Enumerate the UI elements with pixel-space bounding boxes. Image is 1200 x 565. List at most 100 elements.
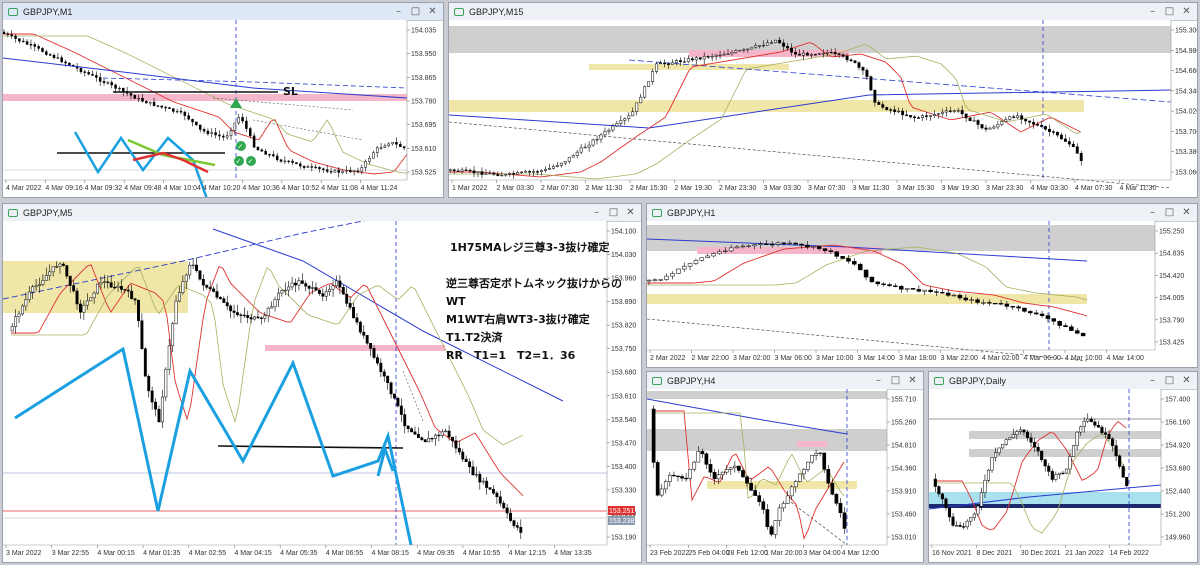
ask-price: 153.238 [609,518,634,525]
chart-icon [934,376,944,385]
price-axis-label: 153.380 [1175,149,1197,156]
price-axis-label: 153.950 [411,51,436,58]
time-axis-label: 3 Mar 18:00 [899,355,936,362]
time-axis-label: 3 Mar 02:00 [733,355,770,362]
maximize-icon[interactable]: □ [1163,374,1176,387]
candle [1072,445,1076,457]
window-title: GBPJPY,H4 [667,375,716,386]
price-axis-label: 153.060 [1175,170,1197,177]
resistance-zone [3,94,407,101]
maximize-icon[interactable]: □ [409,5,422,18]
svg-text:✓: ✓ [238,143,244,151]
price-axis-label: 154.835 [1159,251,1184,258]
minimize-icon[interactable]: – [872,374,885,387]
time-axis-label: 14 Feb 2022 [1110,550,1149,557]
window-title: GBPJPY,H1 [667,207,716,218]
time-axis-label: 4 Mar 09:16 [45,185,82,192]
time-axis-label: 4 Mar 14:00 [1107,355,1144,362]
time-axis-label: 2 Mar 2022 [650,355,686,362]
chart-window-daily[interactable]: GBPJPY,Daily – □ ✕ 157.400 156.160 154.920… [928,371,1198,563]
close-icon[interactable]: ✕ [1180,374,1193,387]
close-icon[interactable]: ✕ [1180,206,1193,219]
time-axis-label: 3 Mar 14:00 [858,355,895,362]
maximize-icon[interactable]: □ [889,374,902,387]
time-axis-label: 16 Nov 2021 [932,550,972,557]
price-axis-label: 154.920 [1165,443,1190,450]
price-axis-label: 153.190 [611,535,636,542]
bid-price: 153.251 [609,508,634,515]
minimize-icon[interactable]: – [1146,374,1159,387]
price-axis-label: 153.460 [891,512,916,519]
price-axis-label: 153.865 [411,75,436,82]
price-chart[interactable]: SL ✓ ✓ ✓ 154.035 153.950 153.865 153.780 153… [3,20,443,197]
time-axis-label: 3 Mar 22:00 [941,355,978,362]
price-chart[interactable]: 155.300 154.980 154.660 154.340 154.020 153.7… [449,20,1197,197]
price-axis-label: 154.810 [891,443,916,450]
price-chart[interactable]: 155.710 155.260 154.810 154.360 153.910 153.4… [647,389,923,562]
candle [488,487,492,490]
title-bar[interactable]: GBPJPY,H4 – □ ✕ [647,372,923,390]
time-axis-label: 3 Mar 11:30 [853,185,890,192]
maximize-icon[interactable]: □ [1163,206,1176,219]
title-bar[interactable]: GBPJPY,M1 – □ ✕ [3,3,443,21]
price-axis-label: 151.200 [1165,512,1190,519]
supply-zone [647,429,887,451]
maximize-icon[interactable]: □ [1163,5,1176,18]
svg-text:✓: ✓ [236,158,242,166]
time-axis-label: 2 Mar 19:30 [675,185,712,192]
minimize-icon[interactable]: – [590,206,603,219]
price-axis-label: 149.960 [1165,535,1190,542]
title-bar[interactable]: GBPJPY,M15 – □ ✕ [449,3,1197,21]
chart-window-h4[interactable]: GBPJPY,H4 – □ ✕ 155.710 155.260 154.810 154… [646,371,924,563]
price-axis-label: 154.030 [611,252,636,259]
close-icon[interactable]: ✕ [906,374,919,387]
annotation-line-2: 逆三尊否定ボトムネック抜けからの [446,276,622,290]
demand-zone [929,492,1161,506]
price-chart[interactable]: 1H75MAレジ三尊3-3抜け確定 逆三尊否定ボトムネック抜けからの WT M1… [3,221,641,562]
price-axis-label: 153.750 [611,346,636,353]
close-icon[interactable]: ✕ [1180,5,1193,18]
price-axis-label: 153.525 [411,170,436,177]
candle [676,268,681,274]
chart-window-m1[interactable]: GBPJPY,M1 – □ ✕ SL ✓ ✓ ✓ 154.035 153.950 1… [2,2,444,198]
price-axis-label: 153.610 [611,393,636,400]
minimize-icon[interactable]: – [1146,5,1159,18]
title-bar[interactable]: GBPJPY,H1 – □ ✕ [647,204,1197,222]
price-axis-label: 154.035 [411,28,436,35]
title-bar[interactable]: GBPJPY,M5 – □ ✕ [3,204,641,222]
chart-window-h1[interactable]: GBPJPY,H1 – □ ✕ 155.250 154.835 154.420 154… [646,203,1198,368]
price-axis-label: 153.540 [611,417,636,424]
price-axis-label: 153.330 [611,487,636,494]
time-axis-label: 4 Mar 10:00 [1065,355,1102,362]
window-title: GBPJPY,M15 [469,6,524,17]
title-bar[interactable]: GBPJPY,Daily – □ ✕ [929,372,1197,390]
price-axis-label: 154.340 [1175,88,1197,95]
candle [20,304,24,316]
maximize-icon[interactable]: □ [607,206,620,219]
time-axis-label: 4 Mar 11:08 [321,185,358,192]
price-chart[interactable]: 155.250 154.835 154.420 154.005 153.790 153.4… [647,221,1197,367]
price-chart[interactable]: 157.400 156.160 154.920 153.680 152.440 151.2… [929,389,1197,562]
time-axis-label: 25 Feb 04:00 [688,550,729,557]
time-axis-label: 4 Mar 06:00 [1024,355,1061,362]
annotation-line-4: M1WT右肩WT3-3抜け確定 [446,312,590,326]
time-axis-label: 4 Mar 05:35 [280,550,317,557]
minimize-icon[interactable]: – [1146,206,1159,219]
chart-icon [454,7,464,16]
price-axis-label: 153.680 [1165,466,1190,473]
price-axis-label: 154.360 [891,466,916,473]
candle [89,297,93,302]
time-axis-label: 2 Mar 11:30 [586,185,623,192]
minimize-icon[interactable]: – [392,5,405,18]
window-title: GBPJPY,Daily [949,375,1006,386]
chart-window-m5[interactable]: GBPJPY,M5 – □ ✕ 1H75MAレジ三尊3-3抜け確定 逆三尊否定ボ… [2,203,642,563]
annotation-line-5: T1.T2決済 [446,330,503,344]
time-axis-label: 3 Mar 03:30 [764,185,801,192]
time-axis-label: 4 Mar 10:36 [242,185,279,192]
close-icon[interactable]: ✕ [426,5,439,18]
time-axis-label: 4 Mar 01:35 [143,550,180,557]
time-axis-label: 4 Mar 12:00 [842,550,879,557]
chart-window-m15[interactable]: GBPJPY,M15 – □ ✕ 155.300154.980154.66015… [448,2,1198,198]
close-icon[interactable]: ✕ [624,206,637,219]
candle [869,276,875,283]
